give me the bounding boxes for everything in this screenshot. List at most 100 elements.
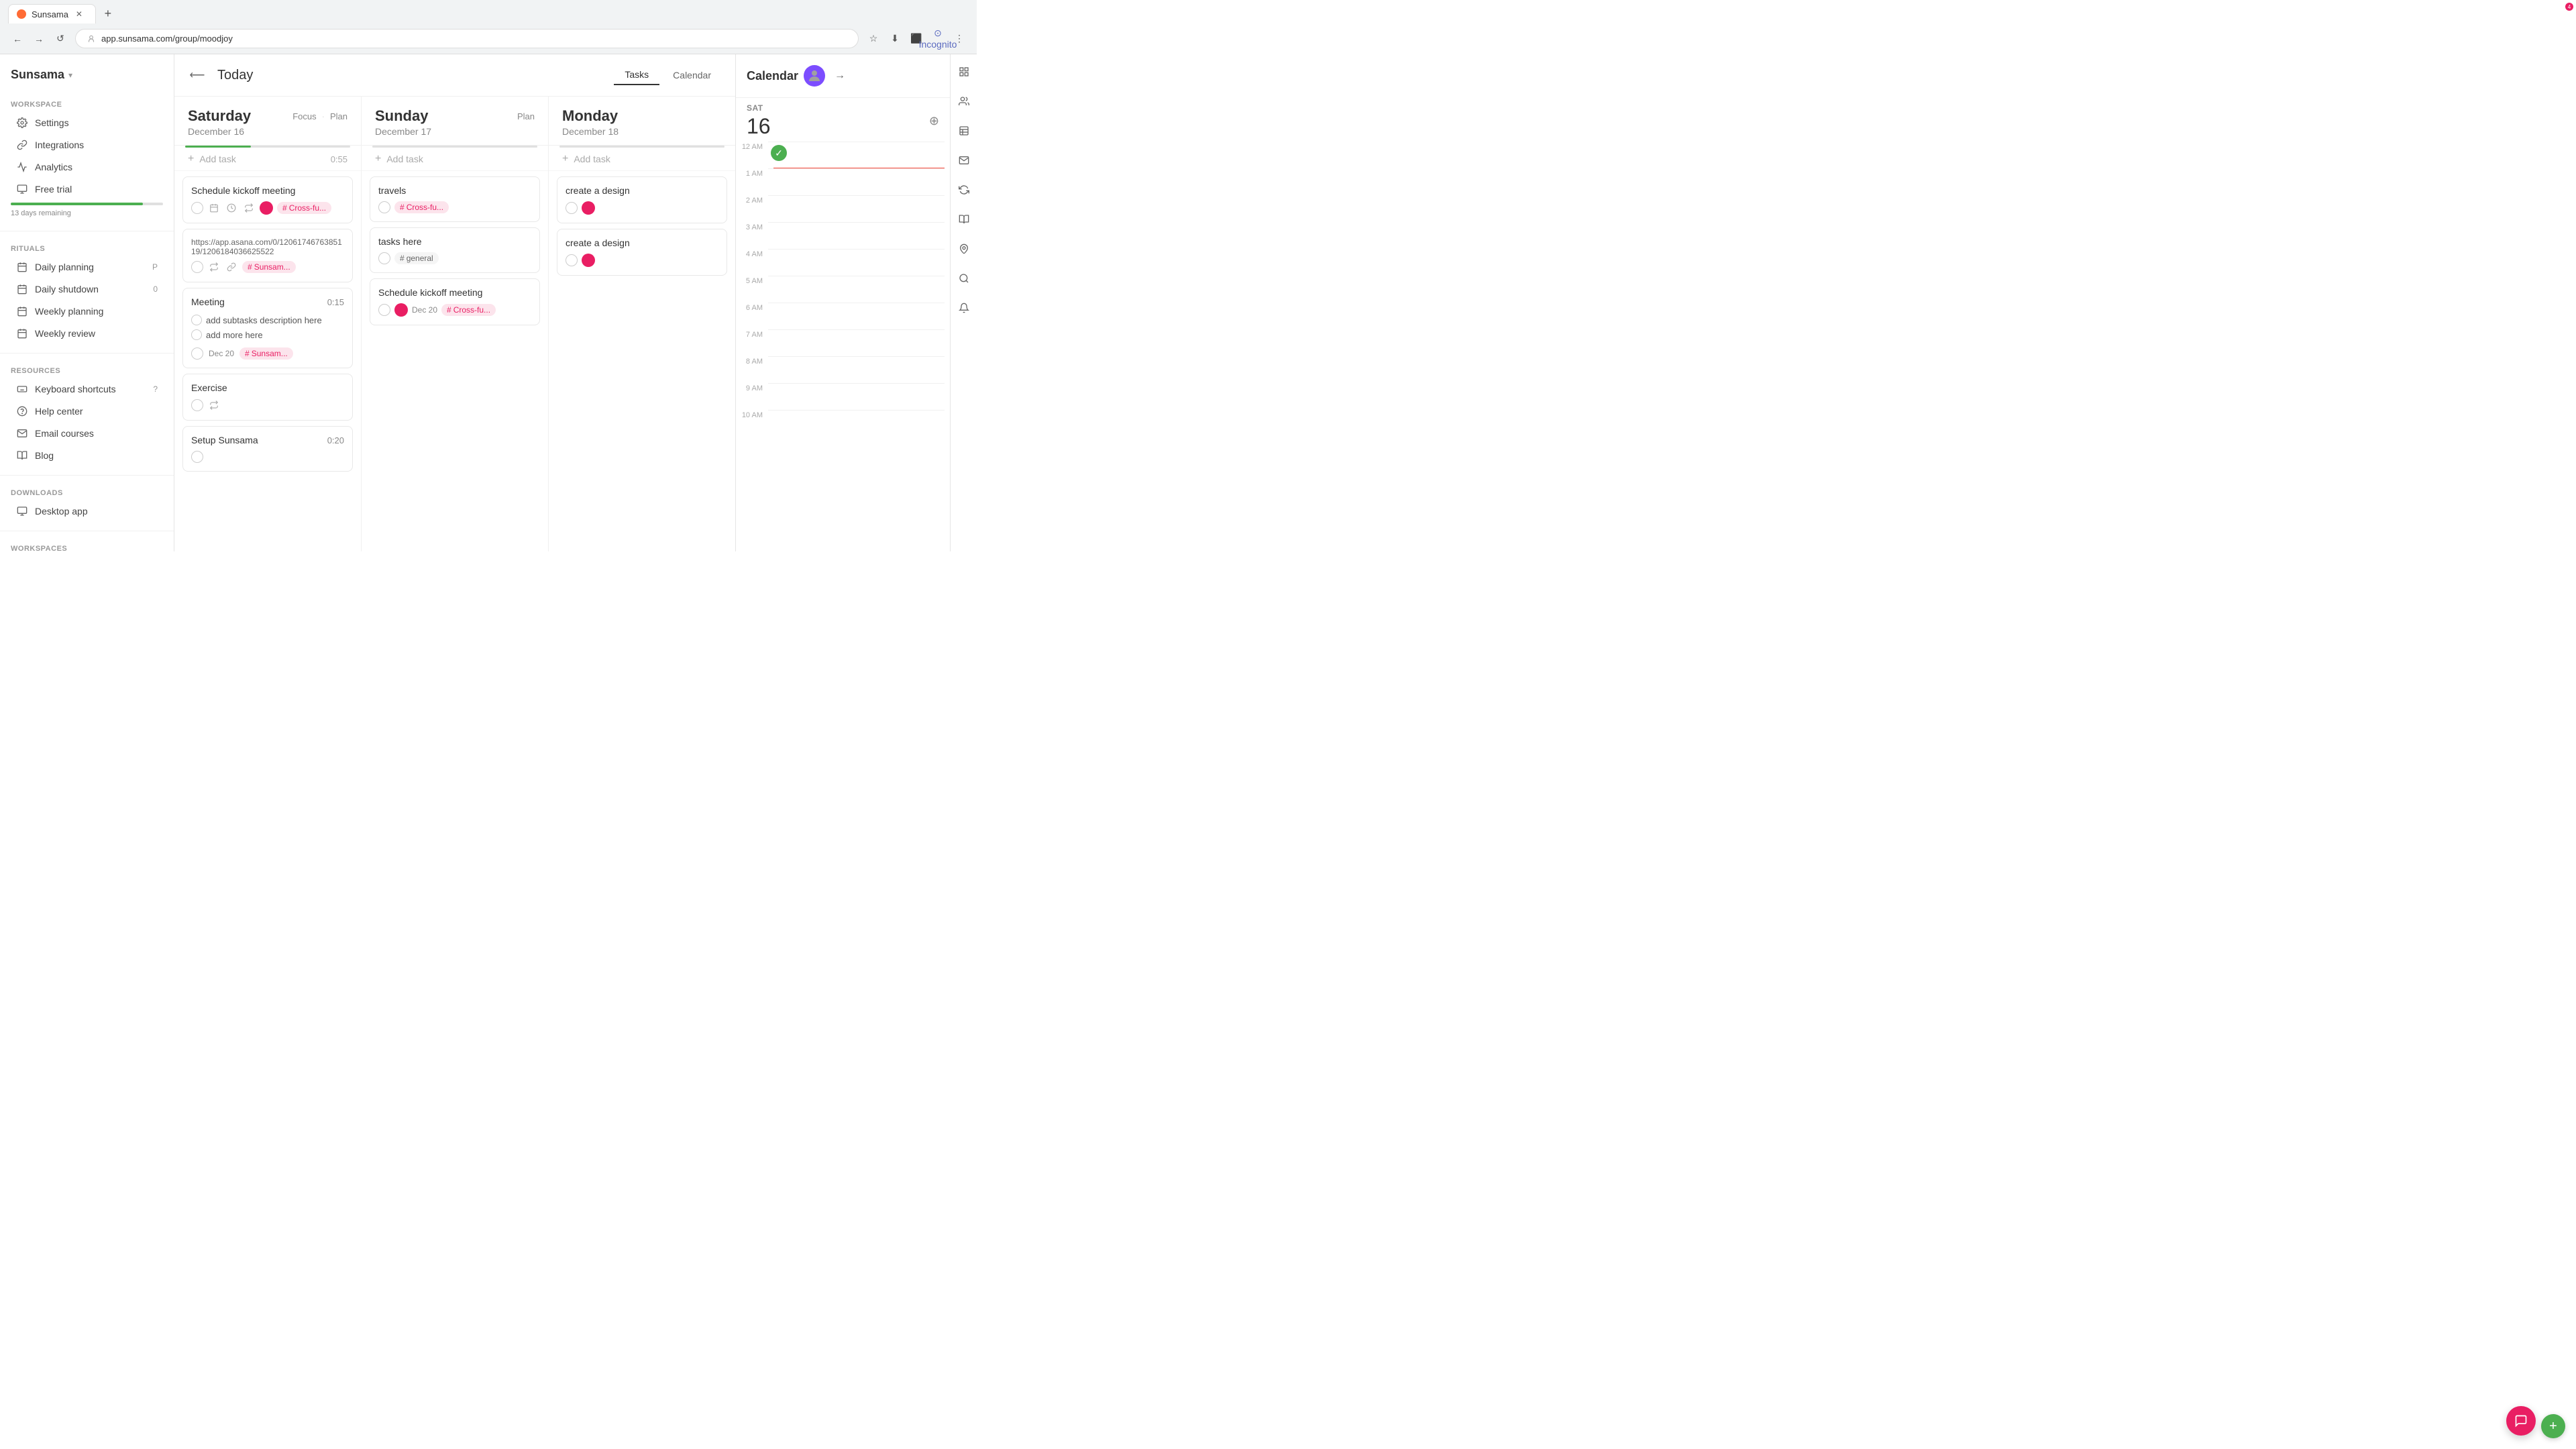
back-nav-button[interactable]: ⟵ (188, 66, 207, 85)
task-url[interactable]: https://app.asana.com/0/1206174676385119… (182, 229, 353, 282)
sidebar-item-weekly-planning[interactable]: Weekly planning (5, 301, 168, 322)
notebook-icon[interactable] (955, 210, 973, 229)
free-trial-icon (16, 183, 28, 195)
sidebar-item-blog[interactable]: Blog (5, 445, 168, 466)
task-travels[interactable]: travels # Cross-fu... (370, 176, 540, 222)
tab-bar: Sunsama ✕ + (0, 0, 977, 23)
download-button[interactable]: ⬇ (885, 30, 904, 48)
saturday-focus-btn[interactable]: Focus (292, 110, 316, 123)
sidebar-item-integrations[interactable]: Integrations (5, 134, 168, 156)
calendar-icon[interactable] (207, 201, 221, 215)
task-check-design-1[interactable] (566, 202, 578, 214)
rituals-label: RITUALS (0, 239, 174, 256)
repeat-icon-2[interactable] (207, 260, 221, 274)
sidebar-item-daily-planning[interactable]: Daily planning P (5, 256, 168, 278)
sidebar-item-settings[interactable]: Settings (5, 112, 168, 133)
desktop-app-icon (16, 505, 28, 517)
sidebar-item-weekly-review[interactable]: Weekly review (5, 323, 168, 344)
logo-area[interactable]: Sunsama ▾ (0, 62, 174, 93)
tab-tasks[interactable]: Tasks (614, 65, 659, 85)
task-check-travels[interactable] (378, 201, 390, 213)
sidebar-item-desktop-app[interactable]: Desktop app (5, 500, 168, 522)
bookmark-button[interactable]: ☆ (864, 30, 883, 48)
blog-icon (16, 449, 28, 462)
integrations-icon (16, 139, 28, 151)
sunday-name: Sunday (375, 107, 431, 125)
sync-icon[interactable] (955, 180, 973, 199)
mail-icon[interactable] (955, 151, 973, 170)
workspace-label: WORKSPACE (0, 95, 174, 111)
task-avatar-design-2 (582, 254, 595, 267)
task-schedule-kickoff-sunday[interactable]: Schedule kickoff meeting Dec 20 # Cross-… (370, 278, 540, 325)
sunday-column: Sunday December 17 Plan + Add task tr (362, 97, 549, 551)
refresh-button[interactable]: ↺ (51, 30, 70, 48)
task-exercise[interactable]: Exercise (182, 374, 353, 421)
location-icon[interactable] (955, 239, 973, 258)
time-row-7am: 7 AM (741, 329, 945, 356)
new-tab-button[interactable]: + (99, 5, 117, 23)
task-check-setup[interactable] (191, 451, 203, 463)
repeat-icon-3[interactable] (207, 398, 221, 412)
task-schedule-kickoff[interactable]: Schedule kickoff meeting (182, 176, 353, 223)
back-button[interactable]: ← (8, 30, 27, 48)
table-icon[interactable] (955, 121, 973, 140)
url-bar[interactable]: app.sunsama.com/group/moodjoy (75, 29, 859, 48)
sunday-plan-btn[interactable]: Plan (517, 110, 535, 123)
task-setup-sunsama[interactable]: Setup Sunsama 0:20 (182, 426, 353, 472)
sidebar-item-help-center[interactable]: Help center (5, 400, 168, 422)
people-icon[interactable] (955, 92, 973, 111)
time-label-5am: 5 AM (741, 276, 768, 285)
task-check-design-2[interactable] (566, 254, 578, 266)
calendar-panel: Calendar → SAT 16 ⊕ 12 AM ✓ (735, 54, 950, 551)
sunday-add-task[interactable]: + Add task (362, 148, 548, 171)
task-meeting[interactable]: Meeting 0:15 add subtasks description he… (182, 288, 353, 368)
task-check-exercise[interactable] (191, 399, 203, 411)
time-label-4am: 4 AM (741, 249, 768, 258)
cal-zoom-in[interactable]: ⊕ (929, 114, 939, 128)
notification-icon[interactable]: 4 (955, 299, 973, 317)
task-tag-tasks-here: # general (394, 252, 439, 264)
sidebar-item-daily-shutdown[interactable]: Daily shutdown 0 (5, 278, 168, 300)
time-row-9am: 9 AM (741, 383, 945, 410)
time-label-2am: 2 AM (741, 195, 768, 205)
task-tasks-here[interactable]: tasks here # general (370, 227, 540, 273)
task-check-meeting[interactable] (191, 347, 203, 360)
chat-button[interactable] (2506, 1406, 2536, 1436)
calendar-header-right: → (804, 65, 849, 87)
link-icon[interactable] (225, 260, 238, 274)
sidebar-item-free-trial[interactable]: Free trial (5, 178, 168, 200)
task-title-tasks-here: tasks here (378, 236, 531, 247)
tab-close-button[interactable]: ✕ (74, 9, 85, 19)
subtask-label-1: add subtasks description here (206, 315, 322, 325)
keyboard-shortcuts-icon (16, 383, 28, 395)
monday-add-task[interactable]: + Add task (549, 148, 735, 171)
saturday-plan-btn[interactable]: Plan (330, 110, 347, 123)
task-create-design-1[interactable]: create a design (557, 176, 727, 223)
tab-calendar[interactable]: Calendar (662, 65, 722, 85)
task-check-kickoff-sunday[interactable] (378, 304, 390, 316)
profile-button[interactable]: ⊙ Incognito (928, 30, 947, 48)
forward-button[interactable]: → (30, 30, 48, 48)
sidebar-item-email-courses[interactable]: Email courses (5, 423, 168, 444)
sidebar-item-analytics[interactable]: Analytics (5, 156, 168, 178)
menu-button[interactable]: ⋮ (950, 30, 969, 48)
task-check-url[interactable] (191, 261, 203, 273)
task-time-meeting: 0:15 (327, 297, 344, 307)
sidebar-item-keyboard-shortcuts[interactable]: Keyboard shortcuts ? (5, 378, 168, 400)
grid-view-icon[interactable] (955, 62, 973, 81)
task-create-design-2[interactable]: create a design (557, 229, 727, 276)
keyboard-shortcuts-badge: ? (153, 384, 158, 394)
subtask-check-1[interactable] (191, 315, 202, 325)
weekly-planning-label: Weekly planning (35, 306, 158, 317)
saturday-add-task[interactable]: + Add task 0:55 (174, 148, 361, 171)
search-icon[interactable] (955, 269, 973, 288)
task-check-tasks-here[interactable] (378, 252, 390, 264)
task-avatar-sunday (394, 303, 408, 317)
task-check-kickoff[interactable] (191, 202, 203, 214)
clock-icon[interactable] (225, 201, 238, 215)
calendar-collapse-button[interactable]: → (830, 66, 849, 85)
subtask-check-2[interactable] (191, 329, 202, 340)
time-slot-7am (768, 329, 945, 356)
repeat-icon[interactable] (242, 201, 256, 215)
settings-icon (16, 117, 28, 129)
